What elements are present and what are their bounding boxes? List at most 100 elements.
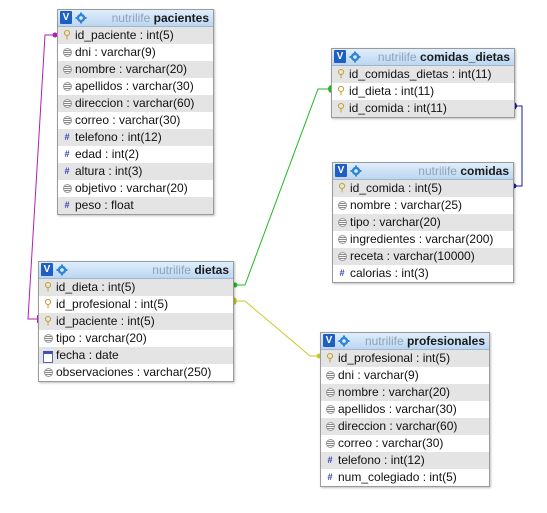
table-dietas[interactable]: Vnutrilife dietas ⚲ id_dieta : int(5) ⚲ id_p…: [38, 261, 234, 382]
field-row[interactable]: # peso : float: [58, 197, 213, 214]
field-row[interactable]: ⚲ id_comidas_dietas : int(11): [332, 66, 514, 83]
field-text: edad : int(2): [75, 147, 140, 161]
gear-icon[interactable]: [75, 12, 87, 24]
field-row[interactable]: # edad : int(2): [58, 146, 213, 163]
field-row[interactable]: dni : varchar(9): [58, 44, 213, 61]
collapse-toggle-icon[interactable]: V: [334, 50, 346, 63]
table-header[interactable]: Vnutrilife dietas: [39, 262, 233, 279]
field-row[interactable]: # telefono : int(12): [321, 452, 489, 469]
hash-icon: #: [327, 455, 333, 465]
field-row[interactable]: ⚲ id_profesional : int(5): [39, 296, 233, 313]
gear-icon[interactable]: [338, 335, 350, 347]
field-row[interactable]: ⚲ id_profesional : int(5): [321, 350, 489, 367]
gear-icon[interactable]: [349, 51, 361, 63]
field-list: ⚲ id_comida : int(5) nombre : varchar(25) t…: [333, 180, 513, 282]
field-row[interactable]: observaciones : varchar(250): [39, 364, 233, 381]
key-icon: ⚲: [336, 85, 346, 97]
key-icon: ⚲: [336, 68, 346, 80]
field-row[interactable]: receta : varchar(10000): [333, 248, 513, 265]
table-header[interactable]: Vnutrilife pacientes: [58, 10, 213, 27]
field-row[interactable]: ⚲ id_comida : int(5): [333, 180, 513, 197]
text-icon: [61, 61, 73, 78]
hash-icon: #: [339, 268, 345, 278]
table-name: dietas: [194, 263, 229, 277]
collapse-toggle-icon[interactable]: V: [60, 11, 72, 24]
field-row[interactable]: ⚲ id_dieta : int(5): [39, 279, 233, 296]
database-name: nutrilife: [377, 50, 417, 64]
field-text: objetivo : varchar(20): [75, 181, 188, 195]
field-row[interactable]: apellidos : varchar(30): [321, 401, 489, 418]
field-text: id_dieta : int(5): [56, 280, 136, 294]
field-row[interactable]: ⚲ id_dieta : int(11): [332, 83, 514, 100]
table-pacientes[interactable]: Vnutrilife pacientes ⚲ id_paciente : int(5…: [57, 9, 214, 215]
relation-comidas-comidas-dietas: [513, 105, 523, 187]
field-row[interactable]: nombre : varchar(20): [58, 61, 213, 78]
field-row[interactable]: nombre : varchar(20): [321, 384, 489, 401]
table-title: nutrilife pacientes: [112, 10, 209, 26]
field-text: nombre : varchar(25): [350, 198, 463, 212]
database-name: nutrilife: [111, 11, 151, 25]
field-row[interactable]: nombre : varchar(25): [333, 197, 513, 214]
field-text: apellidos : varchar(30): [75, 79, 194, 93]
collapse-toggle-icon[interactable]: V: [41, 263, 53, 276]
table-profesionales[interactable]: Vnutrilife profesionales ⚲ id_profesional …: [320, 332, 490, 487]
text-icon: [61, 180, 73, 197]
field-row[interactable]: direccion : varchar(60): [321, 418, 489, 435]
field-text: nombre : varchar(20): [75, 62, 188, 76]
field-text: dni : varchar(9): [75, 45, 156, 59]
date-icon: [42, 347, 54, 364]
table-comidas-dietas[interactable]: Vnutrilife comidas_dietas ⚲ id_comidas_die…: [331, 48, 515, 118]
field-row[interactable]: # telefono : int(12): [58, 129, 213, 146]
field-row[interactable]: tipo : varchar(20): [39, 330, 233, 347]
text-icon: [336, 248, 348, 265]
hash-icon: #: [64, 132, 70, 142]
field-text: tipo : varchar(20): [350, 215, 441, 229]
table-comidas[interactable]: Vnutrilife comidas ⚲ id_comida : int(5) nom…: [332, 162, 514, 283]
field-row[interactable]: ⚲ id_paciente : int(5): [39, 313, 233, 330]
field-row[interactable]: # altura : int(3): [58, 163, 213, 180]
field-text: tipo : varchar(20): [56, 331, 147, 345]
field-row[interactable]: ingredientes : varchar(200): [333, 231, 513, 248]
field-row[interactable]: # calorias : int(3): [333, 265, 513, 282]
field-text: telefono : int(12): [75, 130, 162, 144]
collapse-toggle-icon[interactable]: V: [323, 334, 335, 347]
key-icon: ⚲: [43, 281, 53, 293]
field-text: apellidos : varchar(30): [338, 402, 457, 416]
field-row[interactable]: ⚲ id_comida : int(11): [332, 100, 514, 117]
text-icon: [61, 95, 73, 112]
field-text: peso : float: [75, 198, 134, 212]
field-row[interactable]: dni : varchar(9): [321, 367, 489, 384]
table-header[interactable]: Vnutrilife profesionales: [321, 333, 489, 350]
table-header[interactable]: Vnutrilife comidas_dietas: [332, 49, 514, 66]
field-text: id_comidas_dietas : int(11): [349, 67, 492, 81]
field-row[interactable]: tipo : varchar(20): [333, 214, 513, 231]
text-icon: [42, 330, 54, 347]
field-row[interactable]: ⚲ id_paciente : int(5): [58, 27, 213, 44]
field-text: id_comida : int(11): [349, 101, 447, 115]
text-icon: [336, 197, 348, 214]
field-row[interactable]: # num_colegiado : int(5): [321, 469, 489, 486]
field-text: receta : varchar(10000): [350, 249, 475, 263]
field-row[interactable]: direccion : varchar(60): [58, 95, 213, 112]
text-icon: [336, 231, 348, 248]
field-row[interactable]: objetivo : varchar(20): [58, 180, 213, 197]
field-row[interactable]: correo : varchar(30): [321, 435, 489, 452]
field-row[interactable]: correo : varchar(30): [58, 112, 213, 129]
field-text: telefono : int(12): [338, 453, 425, 467]
text-icon: [61, 78, 73, 95]
table-title: nutrilife dietas: [152, 262, 229, 278]
key-icon: ⚲: [325, 352, 335, 364]
key-icon: ⚲: [337, 182, 347, 194]
gear-icon[interactable]: [350, 165, 362, 177]
field-row[interactable]: fecha : date: [39, 347, 233, 364]
text-icon: [61, 44, 73, 61]
field-text: fecha : date: [56, 348, 119, 362]
field-row[interactable]: apellidos : varchar(30): [58, 78, 213, 95]
gear-icon[interactable]: [56, 264, 68, 276]
table-name: pacientes: [153, 11, 209, 25]
table-header[interactable]: Vnutrilife comidas: [333, 163, 513, 180]
table-title: nutrilife comidas: [418, 163, 509, 179]
field-list: ⚲ id_profesional : int(5) dni : varchar(9)…: [321, 350, 489, 486]
field-text: direccion : varchar(60): [338, 419, 458, 433]
collapse-toggle-icon[interactable]: V: [335, 164, 347, 177]
